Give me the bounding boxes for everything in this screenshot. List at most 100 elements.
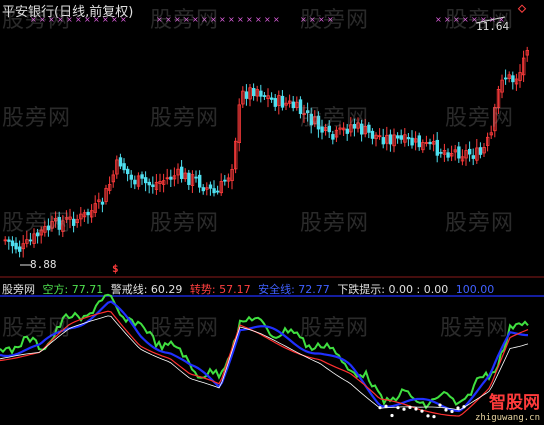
candle-body [72,218,76,226]
bottom-signal-dot [462,405,466,409]
indicator-value-max: 100.00 [455,283,495,296]
diamond-marker [517,4,527,13]
candle-body [457,146,461,159]
indicator-value-zhuanshi: 转势: 57.17 [189,283,251,296]
candle-body [133,179,137,185]
watermark: 股旁网 [300,106,370,131]
bottom-signal-dot [384,404,388,408]
candle-body [10,240,15,247]
kline-chart-window[interactable]: ××××××××××××××××××××××××××××××××××××× 平安… [0,0,544,425]
candle-body [503,77,508,80]
bottom-signal-dot [444,408,448,412]
candle-body [140,174,144,179]
signal-mark-x: × [273,15,280,24]
candle-body [187,172,191,185]
indicator-name: 股旁网 [2,283,35,296]
candle-body [280,95,285,108]
watermark: 股旁网 [2,106,72,131]
watermark: 股旁网 [150,211,220,236]
watermark: 股旁网 [445,211,515,236]
bottom-signal-dot [438,403,442,407]
brand-name: 智股网 [489,393,540,413]
candle-body [244,91,249,99]
watermark: 股旁网 [150,106,220,131]
bottom-signal-dot [414,407,418,411]
candle-body [122,163,126,171]
candle-body [417,135,421,148]
candle-body [7,239,11,242]
watermark: 股旁网 [445,106,515,131]
candle-body [100,201,105,205]
candle-body [215,190,220,193]
candle-body [269,97,274,100]
bottom-signal-dot [456,406,460,410]
signal-mark-x: × [219,15,226,24]
candle-body [435,139,439,156]
bottom-signal-dot [450,409,454,414]
candle-body [331,134,335,140]
candle-body [478,147,483,155]
signal-mark-x: × [255,15,262,24]
candle-body [388,134,393,145]
candle-body [471,155,475,159]
signal-mark-x: × [237,15,244,24]
signal-marker: $ [112,262,119,275]
candle-body [14,242,18,250]
indicator-value-jingjie: 警戒线: 60.29 [110,283,183,296]
candle-body [370,130,375,139]
candle-body [118,157,123,167]
watermark: 股旁网 [2,8,72,33]
candle-body [212,188,216,194]
watermark: 股旁网 [2,211,72,236]
brand-logo: 智股网 zhiguwang.cn [475,388,540,423]
candle-body [194,176,198,179]
candle-body [147,181,151,186]
bottom-signal-dot [432,414,436,419]
candle-body [143,177,148,184]
candle-body [151,184,155,188]
watermark: 股旁网 [300,8,370,33]
signal-mark-x: × [435,15,442,24]
candle-body [262,95,267,97]
candle-body [291,101,295,109]
candle-body [86,211,90,216]
bottom-signal-dot [396,406,400,410]
candle-body [511,75,515,83]
candle-body [129,174,133,180]
indicator-value-xiadie: 下跌提示: 0.00 : 0.00 [337,283,449,296]
candle-body [273,98,277,107]
bottom-signal-dot [378,406,382,410]
candle-body [126,168,130,175]
bottom-signal-dot [402,407,406,411]
candle-body [179,166,184,179]
candle-body [17,246,22,252]
bottom-signal-dot [426,414,430,418]
candle-body [446,152,450,158]
signal-mark-x: × [228,15,235,24]
candle-body [197,174,202,188]
candle-body [208,184,213,189]
indicator-header: 股旁网 空方: 77.71 警戒线: 60.29 转势: 57.17 安全线: … [2,281,498,297]
watermark: 股旁网 [300,316,370,341]
signal-mark-x: × [246,15,253,24]
candle-body [428,141,432,145]
candle-body [467,148,472,155]
candle-body [223,179,227,182]
signal-mark-x: × [264,15,271,24]
low-price-label: 8.88 [30,258,57,271]
indicator-value-anquan: 安全线: 72.77 [258,283,330,296]
candle-body [395,135,400,139]
brand-url: zhiguwang.cn [474,413,540,423]
candle-body [28,239,33,242]
watermark: 股旁网 [2,316,72,341]
watermark: 股旁网 [445,8,515,33]
watermark: 股旁网 [150,8,220,33]
watermark: 股旁网 [150,316,220,341]
candle-body [399,135,403,140]
bottom-signal-dot [390,413,394,418]
candle-body [406,137,411,140]
candle-body [259,90,263,97]
bottom-signal-dot [420,409,424,413]
candle-body [201,187,205,192]
candle-body [410,137,414,146]
